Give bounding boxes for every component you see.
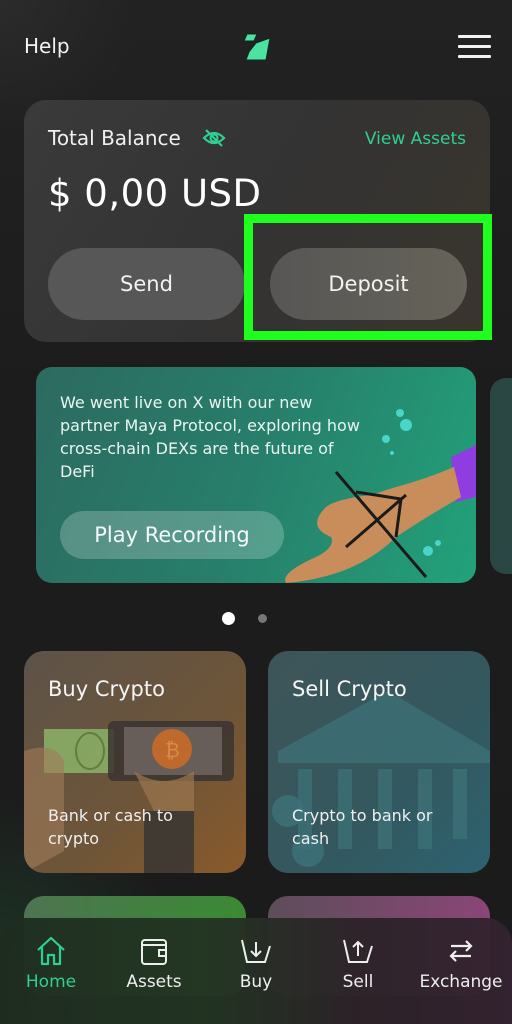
nav-label: Sell	[342, 972, 374, 992]
nav-item-assets[interactable]: Assets	[104, 934, 204, 998]
send-button[interactable]: Send	[48, 248, 245, 320]
wallet-icon	[141, 939, 167, 965]
nav-label: Buy	[239, 972, 273, 992]
nav-item-exchange[interactable]: Exchange	[411, 934, 511, 998]
nav-label: Exchange	[419, 972, 503, 992]
promo-text: We went live on X with our new partner M…	[60, 393, 360, 481]
basket-down-icon	[241, 939, 271, 963]
hamburger-menu-icon[interactable]	[458, 35, 491, 58]
sell-crypto-tile[interactable]: Sell Crypto Crypto to bank or cash	[268, 651, 490, 873]
carousel-dot-1[interactable]	[222, 612, 235, 625]
play-recording-button[interactable]: Play Recording	[60, 511, 284, 559]
nav-item-sell[interactable]: Sell	[308, 934, 408, 998]
top-bar: Help	[0, 0, 512, 96]
basket-up-icon	[343, 939, 373, 963]
total-balance-label: Total Balance	[48, 126, 181, 150]
balance-amount: $ 0,00 USD	[48, 172, 262, 215]
help-link[interactable]: Help	[24, 34, 70, 58]
balance-card: Total Balance View Assets $ 0,00 USD Sen…	[24, 100, 490, 342]
bottom-navigation: Home Assets Buy Sell Exchange	[0, 918, 512, 1024]
nav-label: Assets	[126, 972, 182, 992]
nav-item-buy[interactable]: Buy	[206, 934, 306, 998]
tile-subtitle: Bank or cash to crypto	[48, 806, 173, 848]
home-icon	[37, 936, 65, 966]
carousel-dot-2[interactable]	[258, 614, 267, 623]
tile-subtitle: Crypto to bank or cash	[292, 806, 433, 848]
deposit-button[interactable]: Deposit	[270, 248, 467, 320]
tile-title: Buy Crypto	[48, 677, 165, 701]
svg-text:₿: ₿	[165, 738, 180, 762]
buy-crypto-tile[interactable]: ₿ Buy Crypto Bank or cash to crypto	[24, 651, 246, 873]
view-assets-link[interactable]: View Assets	[365, 129, 466, 149]
promo-banner[interactable]: We went live on X with our new partner M…	[36, 367, 476, 583]
nav-item-home[interactable]: Home	[1, 934, 101, 998]
nav-label: Home	[25, 972, 77, 992]
app-logo-icon	[243, 33, 271, 61]
eye-slash-icon[interactable]	[202, 128, 226, 148]
exchange-arrows-icon	[449, 940, 473, 962]
next-promo-card-peek[interactable]	[490, 378, 512, 574]
tile-title: Sell Crypto	[292, 677, 407, 701]
